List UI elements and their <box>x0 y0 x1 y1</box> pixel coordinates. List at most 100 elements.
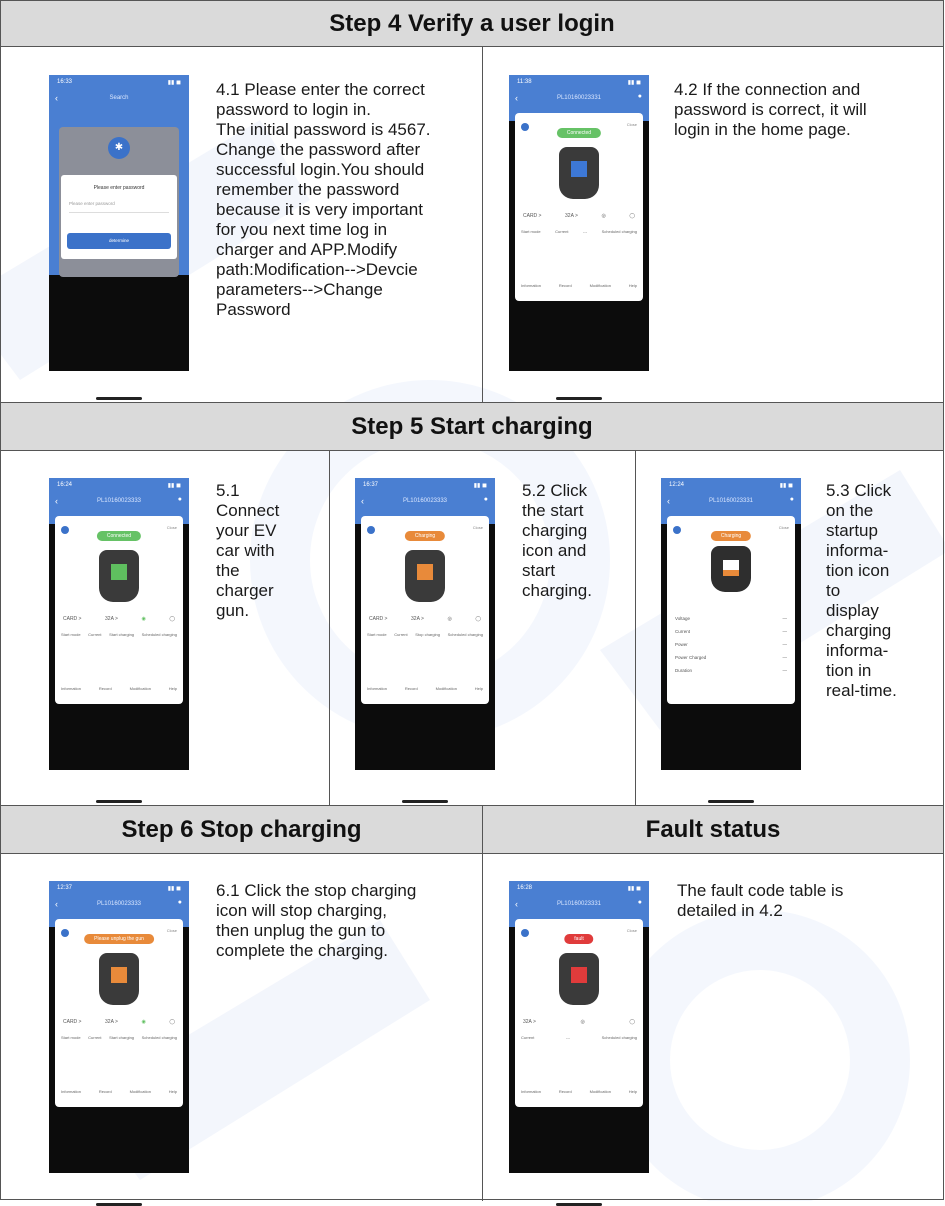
step-5-2-text: 5.2 Click the start charging icon and st… <box>522 481 592 600</box>
phone-start-screenshot: 16:37 ▮▮ ◼ ‹ PL10160023333 ● Close Chargi… <box>355 478 495 803</box>
phone-fault-screenshot: 16:28 ▮▮ ◼ ‹ PL10160023331 ● Close fault … <box>509 881 649 1206</box>
step-4-2-text: 4.2 If the connection and password is co… <box>674 80 867 139</box>
tab-record: Record <box>98 686 112 691</box>
home-indicator <box>96 397 142 400</box>
instruction-grid: Step 4 Verify a user login Step 5 Start … <box>0 0 944 1206</box>
metric-row: Power — <box>675 642 787 647</box>
user-icon: ● <box>789 496 794 503</box>
tab-information: Information <box>61 686 82 691</box>
start-mode-label: Start mode <box>367 632 387 637</box>
dialog-title: Please enter password <box>93 185 145 191</box>
tab-information: Information <box>521 283 542 288</box>
fault-header: Fault status <box>483 806 943 854</box>
divider <box>482 47 483 402</box>
metric-list: Voltage — Current — Power — Power Charged — … <box>675 616 787 681</box>
screen-title: PL10160023333 <box>402 498 448 504</box>
step6-title: Step 6 Stop charging <box>121 815 362 843</box>
divider <box>635 451 636 805</box>
status-pill: fault <box>564 934 594 944</box>
metric-label: Duration <box>675 668 693 673</box>
info-icon <box>367 526 375 534</box>
step5-header: Step 5 Start charging <box>1 403 943 451</box>
tab-record: Record <box>558 283 572 288</box>
info-icon <box>521 123 529 131</box>
password-dialog: Please enter password Please enter passw… <box>61 175 177 259</box>
charger-icon <box>405 550 445 602</box>
charger-card: Close Charging Voltage — Current — Power — … <box>667 516 795 704</box>
divider <box>482 806 483 1201</box>
tab-help: Help <box>168 686 177 691</box>
tab-information: Information <box>521 1089 542 1094</box>
tab-record: Record <box>558 1089 572 1094</box>
current-label: Current <box>555 229 569 234</box>
tab-modification: Modification <box>589 283 611 288</box>
scheduled-label: Scheduled charging <box>601 229 637 234</box>
home-indicator <box>402 800 448 803</box>
start-charging-label: Start charging <box>109 1035 135 1040</box>
status-pill: Charging <box>404 531 446 541</box>
home-indicator <box>556 397 602 400</box>
status-pill: Charging <box>710 531 752 541</box>
current-value: 32A > <box>105 616 118 622</box>
charger-icon <box>559 953 599 1005</box>
fault-text: The fault code table is detailed in 4.2 <box>677 881 844 920</box>
start-charging-label: Start charging <box>109 632 135 637</box>
user-icon: ● <box>637 93 642 100</box>
bluetooth-icon: ✱ <box>108 137 130 159</box>
status-time: 16:28 <box>517 885 533 891</box>
metric-row: Duration — <box>675 668 787 673</box>
scheduled-label: Scheduled charging <box>141 632 177 637</box>
metric-row: Power Charged — <box>675 655 787 660</box>
current-label: Current <box>521 1035 535 1040</box>
card-value: CARD > <box>369 616 388 622</box>
divider <box>329 451 330 805</box>
current-label: Current <box>394 632 408 637</box>
step5-title: Step 5 Start charging <box>351 412 593 440</box>
status-time: 12:37 <box>57 885 73 891</box>
charger-card: Close Please unplug the gun CARD >32A > ◉… <box>55 919 183 1107</box>
status-pill: Connected <box>556 128 602 138</box>
stop-charging-label: Stop charging <box>415 632 440 637</box>
step-6-1-text: 6.1 Click the stop charging icon will st… <box>216 881 417 960</box>
step-4-1-text: 4.1 Please enter the correct password to… <box>216 80 431 319</box>
card-value: CARD > <box>63 616 82 622</box>
phone-info-screenshot: 12:24 ▮▮ ◼ ‹ PL10160023331 ● Close Chargi… <box>661 478 801 803</box>
close-label: Close <box>166 525 177 530</box>
info-icon <box>673 526 681 534</box>
current-value: 32A > <box>105 1019 118 1025</box>
info-icon <box>61 526 69 534</box>
metric-label: Power <box>675 642 688 647</box>
home-indicator <box>708 800 754 803</box>
current-label: Current <box>88 632 102 637</box>
screen-title: PL10160023333 <box>96 901 142 907</box>
step6-header: Step 6 Stop charging <box>1 806 482 854</box>
tab-modification: Modification <box>129 686 151 691</box>
charger-card: Close Charging CARD >32A > ◎ ◯ Start mode C… <box>361 516 489 704</box>
status-pill: Connected <box>96 531 142 541</box>
start-mode-label: Start mode <box>61 1035 81 1040</box>
tab-record: Record <box>98 1089 112 1094</box>
current-value: 32A > <box>523 1019 536 1025</box>
current-value: 32A > <box>411 616 424 622</box>
home-indicator <box>96 800 142 803</box>
start-mode-label: Start mode <box>61 632 81 637</box>
metric-label: Voltage <box>675 616 691 621</box>
current-label: Current <box>88 1035 102 1040</box>
card-value: CARD > <box>523 213 542 219</box>
tab-help: Help <box>628 283 637 288</box>
charger-icon <box>559 147 599 199</box>
step-5-3-text: 5.3 Click on the startup informa- tion i… <box>826 481 897 700</box>
close-label: Close <box>166 928 177 933</box>
current-value: 32A > <box>565 213 578 219</box>
status-time: 16:37 <box>363 482 379 488</box>
screen-title: PL10160023331 <box>556 95 602 101</box>
charger-card: Close Connected CARD >32A > ◉ ◯ Start mode… <box>55 516 183 704</box>
status-time: 11:38 <box>517 79 532 85</box>
status-time: 16:33 <box>57 79 73 85</box>
close-label: Close <box>626 928 637 933</box>
tab-information: Information <box>61 1089 82 1094</box>
metric-label: Current <box>675 629 691 634</box>
phone-connect-screenshot: 16:24 ▮▮ ◼ ‹ PL10160023333 ● Close Connec… <box>49 478 189 803</box>
info-icon <box>521 929 529 937</box>
metric-row: Voltage — <box>675 616 787 621</box>
